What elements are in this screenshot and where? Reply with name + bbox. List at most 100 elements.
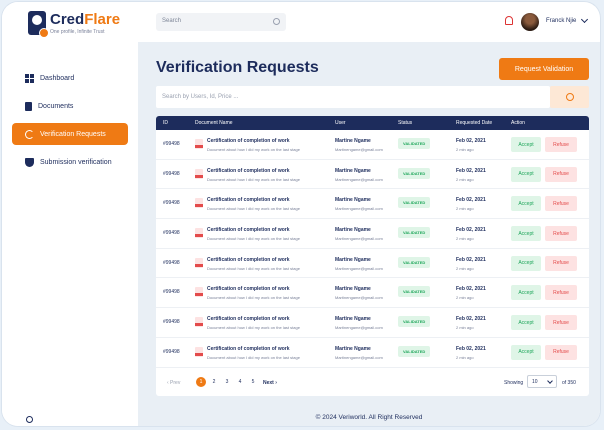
time-ago: 2 min ago: [456, 265, 474, 271]
requested-date: Feb 02, 2021: [456, 256, 486, 263]
time-ago: 2 min ago: [456, 176, 474, 182]
accept-button[interactable]: Accept: [511, 137, 541, 152]
avatar[interactable]: [521, 13, 539, 31]
user-cell: Martine Ngame Martinengame@gmail.com: [335, 168, 383, 182]
user-name: Martine Ngame: [335, 316, 371, 323]
sidebar-item-dashboard[interactable]: Dashboard: [12, 67, 128, 89]
user-email: Martinengame@gmail.com: [335, 147, 383, 152]
refuse-button[interactable]: Refuse: [545, 315, 577, 331]
date-cell: Feb 02, 2021 2 min ago: [456, 346, 486, 360]
notification-bell-icon[interactable]: [505, 16, 513, 25]
document-description: Document about how I did my work on the …: [207, 236, 300, 242]
date-cell: Feb 02, 2021 2 min ago: [456, 138, 486, 152]
sidebar-item-submission-verification[interactable]: Submission verification: [12, 151, 128, 173]
user-name[interactable]: Franck Njie: [546, 18, 576, 24]
prev-page-button[interactable]: ‹ Prev: [167, 380, 180, 386]
requests-table: ID Document Name User Status Requested D…: [156, 116, 589, 396]
document-cell[interactable]: Certification of completion of work Docum…: [207, 316, 300, 330]
document-cell[interactable]: Certification of completion of work Docum…: [207, 197, 300, 211]
accept-button[interactable]: Accept: [511, 226, 541, 242]
requested-date: Feb 02, 2021: [456, 316, 486, 323]
refuse-button[interactable]: Refuse: [545, 255, 577, 271]
sidebar-item-label: Dashboard: [40, 74, 75, 82]
next-page-button[interactable]: Next ›: [263, 380, 277, 386]
pdf-file-icon: [195, 228, 203, 239]
document-cell[interactable]: Certification of completion of work Docum…: [207, 227, 300, 241]
accept-button[interactable]: Accept: [511, 285, 541, 301]
app-window: CredFlare One profile, Infinite Trust Da…: [2, 2, 600, 426]
brand-logo[interactable]: CredFlare One profile, Infinite Trust: [28, 10, 121, 38]
refuse-button[interactable]: Refuse: [545, 226, 577, 242]
column-header-user: User: [335, 120, 346, 126]
accept-button[interactable]: Accept: [511, 344, 541, 360]
grid-icon: [25, 73, 34, 83]
user-name: Martine Ngame: [335, 197, 371, 204]
document-title: Certification of completion of work: [207, 345, 290, 352]
total-count: of 350: [562, 380, 576, 386]
document-title: Certification of completion of work: [207, 167, 290, 174]
column-header-document: Document Name: [195, 120, 233, 126]
refuse-button[interactable]: Refuse: [545, 137, 577, 152]
user-email: Martinengame@gmail.com: [335, 176, 383, 182]
document-cell[interactable]: Certification of completion of work Docum…: [207, 138, 300, 152]
document-cell[interactable]: Certification of completion of work Docum…: [207, 346, 300, 360]
table-search-button[interactable]: [550, 86, 589, 108]
request-validation-button[interactable]: Request Validation: [499, 58, 589, 80]
page-button-4[interactable]: 4: [235, 377, 245, 387]
user-email: Martinengame@gmail.com: [335, 325, 383, 331]
refuse-button[interactable]: Refuse: [545, 285, 577, 301]
date-cell: Feb 02, 2021 2 min ago: [456, 257, 486, 271]
status-badge: VALIDATED: [398, 316, 431, 328]
main-content: Verification Requests Request Validation…: [138, 42, 600, 426]
table-search-input[interactable]: Search by Users, Id, Price ...: [156, 86, 550, 108]
requested-date: Feb 02, 2021: [456, 167, 486, 174]
status-badge: VALIDATED: [398, 197, 431, 209]
document-title: Certification of completion of work: [207, 197, 290, 204]
date-cell: Feb 02, 2021 2 min ago: [456, 227, 486, 241]
document-title: Certification of completion of work: [207, 286, 290, 293]
sidebar: CredFlare One profile, Infinite Trust Da…: [2, 2, 138, 426]
sidebar-item-verification-requests[interactable]: Verification Requests: [12, 123, 128, 145]
document-description: Document about how I did my work on the …: [207, 325, 300, 331]
column-header-status: Status: [398, 120, 413, 126]
brand-name: CredFlare: [50, 10, 121, 28]
user-email: Martinengame@gmail.com: [335, 236, 383, 242]
per-page-select[interactable]: 10: [527, 375, 557, 388]
document-description: Document about how I did my work on the …: [207, 354, 300, 360]
page-button-5[interactable]: 5: [248, 377, 258, 387]
pdf-file-icon: [195, 287, 203, 298]
accept-button[interactable]: Accept: [511, 315, 541, 331]
request-id: #99498: [163, 348, 180, 355]
user-name: Martine Ngame: [335, 138, 371, 144]
refuse-button[interactable]: Refuse: [545, 166, 577, 182]
accept-button[interactable]: Accept: [511, 255, 541, 271]
refuse-button[interactable]: Refuse: [545, 344, 577, 360]
pdf-file-icon: [195, 198, 203, 209]
showing-label: Showing: [504, 380, 524, 386]
shield-check-icon: [25, 157, 34, 167]
document-title: Certification of completion of work: [207, 138, 290, 144]
document-description: Document about how I did my work on the …: [207, 176, 300, 182]
chevron-down-icon[interactable]: [580, 15, 589, 24]
logout-icon[interactable]: [26, 416, 33, 423]
credflare-logo-icon: [28, 11, 49, 38]
status-badge: VALIDATED: [398, 227, 431, 239]
accept-button[interactable]: Accept: [511, 196, 541, 212]
page-button-1[interactable]: 1: [196, 377, 206, 387]
request-id: #99498: [163, 230, 180, 237]
page-button-2[interactable]: 2: [209, 377, 219, 387]
loading-ring-icon: [25, 129, 34, 139]
status-badge: VALIDATED: [398, 256, 431, 268]
time-ago: 2 min ago: [456, 206, 474, 212]
request-id: #99498: [163, 141, 180, 147]
accept-button[interactable]: Accept: [511, 166, 541, 182]
date-cell: Feb 02, 2021 2 min ago: [456, 168, 486, 182]
document-cell[interactable]: Certification of completion of work Docum…: [207, 257, 300, 271]
footer-copyright: © 2024 Veriworld. All Right Reserved: [315, 414, 423, 421]
global-search-input[interactable]: Search: [156, 13, 286, 31]
document-cell[interactable]: Certification of completion of work Docum…: [207, 286, 300, 300]
page-button-3[interactable]: 3: [222, 377, 232, 387]
document-cell[interactable]: Certification of completion of work Docum…: [207, 168, 300, 182]
refuse-button[interactable]: Refuse: [545, 196, 577, 212]
sidebar-item-documents[interactable]: Documents: [12, 95, 128, 117]
